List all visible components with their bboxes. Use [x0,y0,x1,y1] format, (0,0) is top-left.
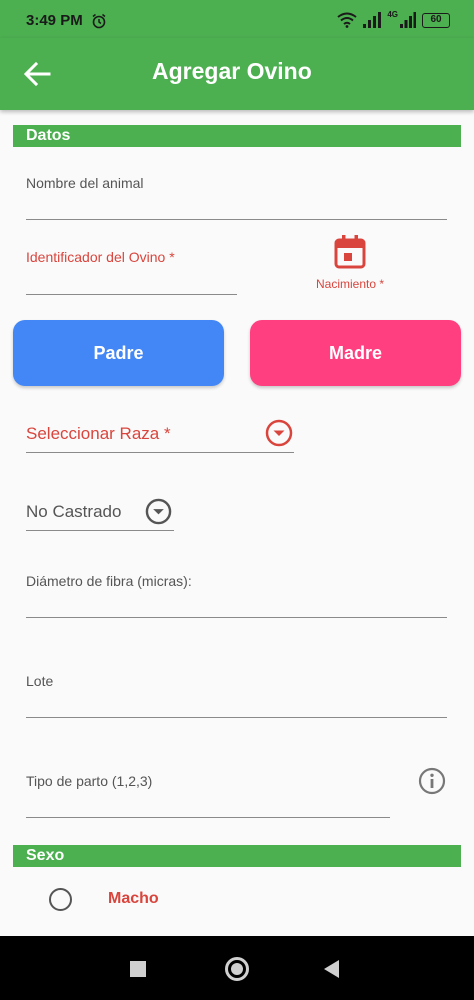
section-header-sexo: Sexo [13,845,461,867]
status-bar: 3:49 PM 4G 60 [0,0,474,38]
system-icons: 4G 60 [337,11,450,29]
system-nav-bar [0,936,474,1000]
nacimiento-label: Nacimiento * [315,277,385,291]
raza-dropdown-underline [26,452,294,453]
battery-icon: 60 [422,12,450,28]
page-title: Agregar Ovino [152,58,312,84]
recents-icon[interactable] [130,961,146,977]
diametro-label: Diámetro de fibra (micras): [26,573,192,589]
alarm-icon [92,13,106,29]
calendar-icon [334,235,366,269]
home-icon[interactable] [225,957,249,981]
back-arrow-icon[interactable] [22,60,52,88]
castrado-dropdown-text[interactable]: No Castrado [26,502,121,522]
nacimiento-button[interactable]: Nacimiento * [310,235,390,295]
nombre-label: Nombre del animal [26,175,144,191]
castrado-dropdown-underline [26,530,174,531]
network-type: 4G [387,10,398,19]
battery-level: 60 [430,13,442,25]
signal-icon [400,12,416,28]
padre-button[interactable]: Padre [13,320,224,386]
status-time: 3:49 PM [26,12,83,29]
identificador-label: Identificador del Ovino * [26,249,175,265]
macho-label[interactable]: Macho [108,890,159,908]
section-header-datos: Datos [13,125,461,147]
dropdown-icon[interactable] [145,498,172,525]
lote-input[interactable] [26,717,447,718]
app-bar: Agregar Ovino [0,38,474,110]
parto-input[interactable] [26,817,390,818]
identificador-input[interactable] [26,294,237,295]
diametro-input[interactable] [26,617,447,618]
parto-label: Tipo de parto (1,2,3) [26,773,153,789]
nombre-input[interactable] [26,219,447,220]
lote-label: Lote [26,673,54,689]
raza-dropdown-text[interactable]: Seleccionar Raza * [26,424,171,444]
macho-radio[interactable] [49,888,72,911]
signal-icon [363,12,382,28]
madre-button[interactable]: Madre [250,320,461,386]
back-icon[interactable] [324,960,339,978]
dropdown-icon[interactable] [265,419,293,447]
wifi-icon [337,12,357,28]
info-icon[interactable] [418,767,446,795]
